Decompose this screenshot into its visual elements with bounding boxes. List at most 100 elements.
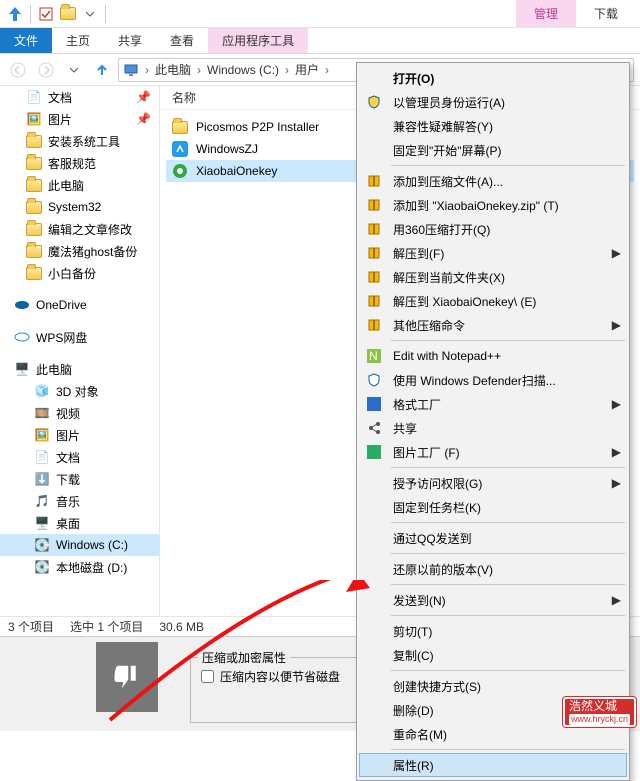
- tab-view[interactable]: 查看: [156, 28, 208, 53]
- nav-back-button[interactable]: [6, 58, 30, 82]
- menu-item[interactable]: 授予访问权限(G)▶: [359, 471, 627, 495]
- tab-file[interactable]: 文件: [0, 28, 52, 53]
- quick-docs[interactable]: 📄文档📌: [0, 86, 159, 108]
- nav-onedrive[interactable]: OneDrive: [0, 294, 159, 316]
- menu-item[interactable]: 用360压缩打开(Q): [359, 217, 627, 241]
- menu-item[interactable]: 图片工厂 (F) ▶: [359, 440, 627, 464]
- chevron-right-icon[interactable]: ›: [197, 63, 201, 77]
- submenu-arrow-icon: ▶: [612, 593, 621, 607]
- qa-dropdown-icon[interactable]: [79, 3, 101, 25]
- music-icon: 🎵: [34, 493, 50, 509]
- quick-kf[interactable]: 客服规范: [0, 152, 159, 174]
- nav-desktop[interactable]: 🖥️桌面: [0, 512, 159, 534]
- nav-docs[interactable]: 📄文档: [0, 446, 159, 468]
- chevron-right-icon[interactable]: ›: [145, 63, 149, 77]
- menu-item[interactable]: 添加到 "XiaobaiOnekey.zip" (T): [359, 193, 627, 217]
- menu-item[interactable]: 固定到任务栏(K): [359, 495, 627, 519]
- menu-item-label: 还原以前的版本(V): [393, 561, 493, 578]
- menu-item-label: 共享: [393, 420, 417, 437]
- nav-music[interactable]: 🎵音乐: [0, 490, 159, 512]
- nav-video[interactable]: 🎞️视频: [0, 402, 159, 424]
- menu-item-label: 属性(R): [393, 757, 434, 774]
- breadcrumb-segment[interactable]: Windows (C:): [207, 63, 279, 77]
- thumbs-down-icon: [96, 642, 158, 712]
- pin-icon: 📌: [136, 90, 151, 104]
- defender-icon: [365, 371, 383, 389]
- label: 客服规范: [48, 155, 96, 172]
- quick-thispc[interactable]: 此电脑: [0, 174, 159, 196]
- navigation-pane[interactable]: 📄文档📌 🖼️图片📌 安装系统工具 客服规范 此电脑 System32 编辑之文…: [0, 86, 160, 616]
- share-icon: [365, 419, 383, 437]
- label: 桌面: [56, 515, 80, 532]
- submenu-arrow-icon: ▶: [612, 445, 621, 459]
- qa-properties-icon[interactable]: [35, 3, 57, 25]
- file-name: XiaobaiOnekey: [196, 164, 277, 178]
- qa-folder-icon[interactable]: [57, 3, 79, 25]
- nav-forward-button[interactable]: [34, 58, 58, 82]
- menu-item-label: 图片工厂 (F): [393, 444, 460, 461]
- quick-sys32[interactable]: System32: [0, 196, 159, 218]
- quick-pictures[interactable]: 🖼️ 图片 📌: [0, 108, 159, 130]
- menu-item-label: 重命名(M): [393, 726, 447, 743]
- menu-item[interactable]: 兼容性疑难解答(Y): [359, 114, 627, 138]
- menu-item[interactable]: 发送到(N) ▶: [359, 588, 627, 612]
- label: 图片: [48, 111, 72, 128]
- menu-item[interactable]: 其他压缩命令▶: [359, 313, 627, 337]
- menu-item[interactable]: 解压到(F)▶: [359, 241, 627, 265]
- menu-item[interactable]: 使用 Windows Defender扫描...: [359, 368, 627, 392]
- quick-install[interactable]: 安装系统工具: [0, 130, 159, 152]
- menu-item[interactable]: 固定到"开始"屏幕(P): [359, 138, 627, 162]
- nav-ddrive[interactable]: 💽本地磁盘 (D:): [0, 556, 159, 578]
- document-icon: 📄: [26, 89, 42, 105]
- title-bar: 管理 下载: [0, 0, 640, 28]
- submenu-arrow-icon: ▶: [612, 476, 621, 490]
- menu-item[interactable]: 打开(O): [359, 66, 627, 90]
- menu-item[interactable]: 共享: [359, 416, 627, 440]
- menu-separator: [391, 615, 625, 616]
- menu-item[interactable]: 添加到压缩文件(A)...: [359, 169, 627, 193]
- menu-item[interactable]: 解压到当前文件夹(X): [359, 265, 627, 289]
- nav-wps[interactable]: WPS网盘: [0, 326, 159, 348]
- nav-thispc[interactable]: 🖥️此电脑: [0, 358, 159, 380]
- tab-home[interactable]: 主页: [52, 28, 104, 53]
- quick-xb[interactable]: 小白备份: [0, 262, 159, 284]
- contextual-tab-manage[interactable]: 管理: [516, 0, 576, 27]
- submenu-arrow-icon: ▶: [612, 246, 621, 260]
- menu-item[interactable]: 属性(R): [359, 753, 627, 777]
- breadcrumb-segment[interactable]: 用户: [295, 61, 319, 78]
- label: 图片: [56, 427, 80, 444]
- drive-icon: 💽: [34, 559, 50, 575]
- menu-item[interactable]: 还原以前的版本(V): [359, 557, 627, 581]
- checkbox-input[interactable]: [201, 670, 214, 683]
- menu-item-label: 发送到(N): [393, 592, 446, 609]
- menu-separator: [391, 749, 625, 750]
- nav-pics[interactable]: 🖼️图片: [0, 424, 159, 446]
- menu-item[interactable]: 通过QQ发送到: [359, 526, 627, 550]
- nav-history-dropdown[interactable]: [62, 58, 86, 82]
- nav-up-button[interactable]: [90, 58, 114, 82]
- menu-item-label: 剪切(T): [393, 623, 432, 640]
- label: 3D 对象: [56, 383, 99, 400]
- menu-item[interactable]: 复制(C): [359, 643, 627, 667]
- tab-app-tools[interactable]: 应用程序工具: [208, 28, 308, 53]
- quick-ghost[interactable]: 魔法猪ghost备份: [0, 240, 159, 262]
- breadcrumb-segment[interactable]: 此电脑: [155, 61, 191, 78]
- pictures-icon: 🖼️: [26, 111, 42, 127]
- quick-editor[interactable]: 编辑之文章修改: [0, 218, 159, 240]
- tab-share[interactable]: 共享: [104, 28, 156, 53]
- menu-item[interactable]: 剪切(T): [359, 619, 627, 643]
- menu-item-label: 兼容性疑难解答(Y): [393, 118, 493, 135]
- pin-icon: 📌: [136, 112, 151, 126]
- nav-cdrive[interactable]: 💽Windows (C:): [0, 534, 159, 556]
- menu-item-label: 解压到 XiaobaiOnekey\ (E): [393, 293, 536, 310]
- nav-3dobjects[interactable]: 🧊3D 对象: [0, 380, 159, 402]
- menu-item[interactable]: 解压到 XiaobaiOnekey\ (E): [359, 289, 627, 313]
- chevron-right-icon[interactable]: ›: [285, 63, 289, 77]
- nav-download[interactable]: ⬇️下载: [0, 468, 159, 490]
- label: 安装系统工具: [48, 133, 120, 150]
- menu-item[interactable]: 以管理员身份运行(A): [359, 90, 627, 114]
- menu-item[interactable]: 格式工厂▶: [359, 392, 627, 416]
- menu-item[interactable]: NEdit with Notepad++: [359, 344, 627, 368]
- chevron-right-icon[interactable]: ›: [325, 63, 329, 77]
- menu-item[interactable]: 创建快捷方式(S): [359, 674, 627, 698]
